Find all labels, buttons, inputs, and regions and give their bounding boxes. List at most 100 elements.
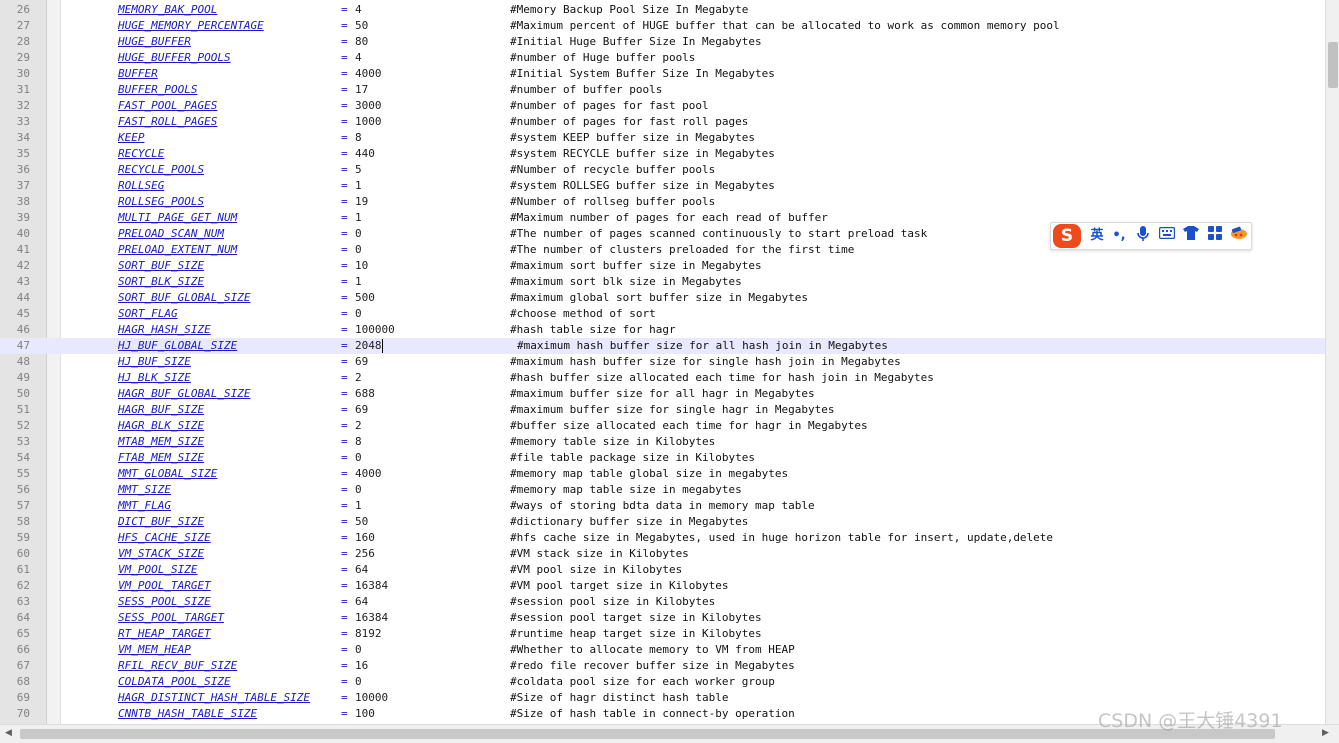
config-key: COLDATA_POOL_SIZE (118, 675, 231, 688)
scroll-right-arrow-icon[interactable]: ▶ (1322, 728, 1329, 738)
apps-icon[interactable] (1205, 226, 1225, 246)
code-line[interactable]: 33 FAST_ROLL_PAGES = 1000 #number of pages f… (0, 114, 1325, 130)
code-line[interactable]: 49 HJ_BLK_SIZE = 2 #hash buffer size allocat… (0, 370, 1325, 386)
sogou-logo-icon[interactable]: S (1053, 224, 1081, 248)
config-key: RECYCLE_POOLS (118, 163, 205, 176)
line-number: 50 (16, 387, 30, 400)
text-editor[interactable]: 26 MEMORY_BAK_POOL = 4 #Memory Backup Pool S… (0, 0, 1325, 724)
code-line[interactable]: 65 RT_HEAP_TARGET = 8192 #runtime heap targe… (0, 626, 1325, 642)
config-value: 0 (355, 643, 362, 656)
code-line[interactable]: 34 KEEP = 8 #system KEEP buffer size in Mega… (0, 130, 1325, 146)
equals-sign: = (341, 339, 348, 352)
code-line[interactable]: 61 VM_POOL_SIZE = 64 #VM pool size in Kiloby… (0, 562, 1325, 578)
code-line[interactable]: 29 HUGE_BUFFER_POOLS = 4 #number of Huge buf… (0, 50, 1325, 66)
code-line[interactable]: 30 BUFFER = 4000 #Initial System Buffer Size… (0, 66, 1325, 82)
code-line[interactable]: 31 BUFFER_POOLS = 17 #number of buffer pools (0, 82, 1325, 98)
config-key: HAGR_BUF_SIZE (118, 403, 205, 416)
code-line[interactable]: 37 ROLLSEG = 1 #system ROLLSEG buffer size i… (0, 178, 1325, 194)
config-comment: #Number of recycle buffer pools (510, 163, 716, 176)
skin-icon[interactable] (1181, 226, 1201, 246)
code-line[interactable]: 32 FAST_POOL_PAGES = 3000 #number of pages f… (0, 98, 1325, 114)
code-line[interactable]: 64 SESS_POOL_TARGET = 16384 #session pool ta… (0, 610, 1325, 626)
code-line[interactable]: 69 HAGR_DISTINCT_HASH_TABLE_SIZE = 10000 #Si… (0, 690, 1325, 706)
code-line[interactable]: 26 MEMORY_BAK_POOL = 4 #Memory Backup Pool S… (0, 2, 1325, 18)
config-comment: #session pool size in Kilobytes (510, 595, 716, 608)
equals-sign: = (341, 579, 348, 592)
config-comment: #maximum buffer size for single hagr in … (510, 403, 835, 416)
code-line[interactable]: 62 VM_POOL_TARGET = 16384 #VM pool target si… (0, 578, 1325, 594)
tools-icon[interactable] (1229, 226, 1249, 246)
config-value: 80 (355, 35, 369, 48)
horizontal-scroll-thumb[interactable] (20, 729, 1275, 739)
code-line[interactable]: 58 DICT_BUF_SIZE = 50 #dictionary buffer siz… (0, 514, 1325, 530)
config-comment: #VM stack size in Kilobytes (510, 547, 689, 560)
line-number: 28 (16, 35, 30, 48)
config-key: MULTI_PAGE_GET_NUM (118, 211, 238, 224)
scroll-left-arrow-icon[interactable]: ◀ (5, 728, 12, 738)
config-comment: #hash buffer size allocated each time fo… (510, 371, 934, 384)
config-comment: #Maximum number of pages for each read o… (510, 211, 828, 224)
vertical-scrollbar[interactable] (1325, 0, 1339, 724)
config-value: 8 (355, 131, 362, 144)
config-key: RT_HEAP_TARGET (118, 627, 211, 640)
config-comment: #system KEEP buffer size in Megabytes (510, 131, 756, 144)
code-line[interactable]: 67 RFIL_RECV_BUF_SIZE = 16 #redo file recove… (0, 658, 1325, 674)
code-line[interactable]: 42 SORT_BUF_SIZE = 10 #maximum sort buffer s… (0, 258, 1325, 274)
code-line[interactable]: 63 SESS_POOL_SIZE = 64 #session pool size in… (0, 594, 1325, 610)
code-line[interactable]: 59 HFS_CACHE_SIZE = 160 #hfs cache size in M… (0, 530, 1325, 546)
code-line[interactable]: 48 HJ_BUF_SIZE = 69 #maximum hash buffer siz… (0, 354, 1325, 370)
code-line[interactable]: 47 HJ_BUF_GLOBAL_SIZE = 2048 #maximum hash b… (0, 338, 1325, 354)
config-key: SORT_BUF_SIZE (118, 259, 205, 272)
config-key: ROLLSEG (118, 179, 165, 192)
config-value: 4 (355, 3, 362, 16)
equals-sign: = (341, 243, 348, 256)
equals-sign: = (341, 179, 348, 192)
code-line[interactable]: 60 VM_STACK_SIZE = 256 #VM stack size in Kil… (0, 546, 1325, 562)
config-key: RECYCLE (118, 147, 165, 160)
vertical-scroll-thumb[interactable] (1328, 42, 1338, 88)
line-number: 30 (16, 67, 30, 80)
equals-sign: = (341, 419, 348, 432)
code-line[interactable]: 35 RECYCLE = 440 #system RECYCLE buffer size… (0, 146, 1325, 162)
config-key: ROLLSEG_POOLS (118, 195, 205, 208)
line-number: 68 (16, 675, 30, 688)
code-line[interactable]: 43 SORT_BLK_SIZE = 1 #maximum sort blk size … (0, 274, 1325, 290)
code-line[interactable]: 52 HAGR_BLK_SIZE = 2 #buffer size allocated … (0, 418, 1325, 434)
line-number: 42 (16, 259, 30, 272)
config-key: FAST_POOL_PAGES (118, 99, 218, 112)
code-line[interactable]: 45 SORT_FLAG = 0 #choose method of sort (0, 306, 1325, 322)
keyboard-icon[interactable] (1157, 226, 1177, 246)
code-line[interactable]: 53 MTAB_MEM_SIZE = 8 #memory table size in K… (0, 434, 1325, 450)
code-line[interactable]: 38 ROLLSEG_POOLS = 19 #Number of rollseg buf… (0, 194, 1325, 210)
ime-toolbar[interactable]: S 英 •, (1050, 222, 1252, 250)
code-line[interactable]: 55 MMT_GLOBAL_SIZE = 4000 #memory map table … (0, 466, 1325, 482)
text-cursor (382, 339, 383, 353)
code-line[interactable]: 46 HAGR_HASH_SIZE = 100000 #hash table size … (0, 322, 1325, 338)
config-key: MEMORY_BAK_POOL (118, 3, 218, 16)
code-line[interactable]: 56 MMT_SIZE = 0 #memory map table size in me… (0, 482, 1325, 498)
code-line[interactable]: 51 HAGR_BUF_SIZE = 69 #maximum buffer size f… (0, 402, 1325, 418)
ime-language-toggle[interactable]: 英 (1087, 226, 1107, 246)
config-key: SORT_BUF_GLOBAL_SIZE (118, 291, 251, 304)
config-key: HAGR_DISTINCT_HASH_TABLE_SIZE (118, 691, 311, 704)
code-line[interactable]: 44 SORT_BUF_GLOBAL_SIZE = 500 #maximum globa… (0, 290, 1325, 306)
line-number: 38 (16, 195, 30, 208)
config-key: HJ_BLK_SIZE (118, 371, 191, 384)
ime-punctuation-toggle[interactable]: •, (1109, 226, 1129, 246)
config-value: 69 (355, 355, 369, 368)
code-line[interactable]: 57 MMT_FLAG = 1 #ways of storing bdta data i… (0, 498, 1325, 514)
code-line[interactable]: 66 VM_MEM_HEAP = 0 #Whether to allocate memo… (0, 642, 1325, 658)
equals-sign: = (341, 323, 348, 336)
code-line[interactable]: 54 FTAB_MEM_SIZE = 0 #file table package siz… (0, 450, 1325, 466)
line-number: 40 (16, 227, 30, 240)
equals-sign: = (341, 595, 348, 608)
code-line[interactable]: 50 HAGR_BUF_GLOBAL_SIZE = 688 #maximum buffe… (0, 386, 1325, 402)
config-key: SORT_BLK_SIZE (118, 275, 205, 288)
mic-icon[interactable] (1133, 226, 1153, 246)
code-line[interactable]: 27 HUGE_MEMORY_PERCENTAGE = 50 #Maximum perc… (0, 18, 1325, 34)
code-line[interactable]: 36 RECYCLE_POOLS = 5 #Number of recycle buff… (0, 162, 1325, 178)
equals-sign: = (341, 227, 348, 240)
code-line[interactable]: 28 HUGE_BUFFER = 80 #Initial Huge Buffer Siz… (0, 34, 1325, 50)
line-number: 62 (16, 579, 30, 592)
code-line[interactable]: 68 COLDATA_POOL_SIZE = 0 #coldata pool size … (0, 674, 1325, 690)
